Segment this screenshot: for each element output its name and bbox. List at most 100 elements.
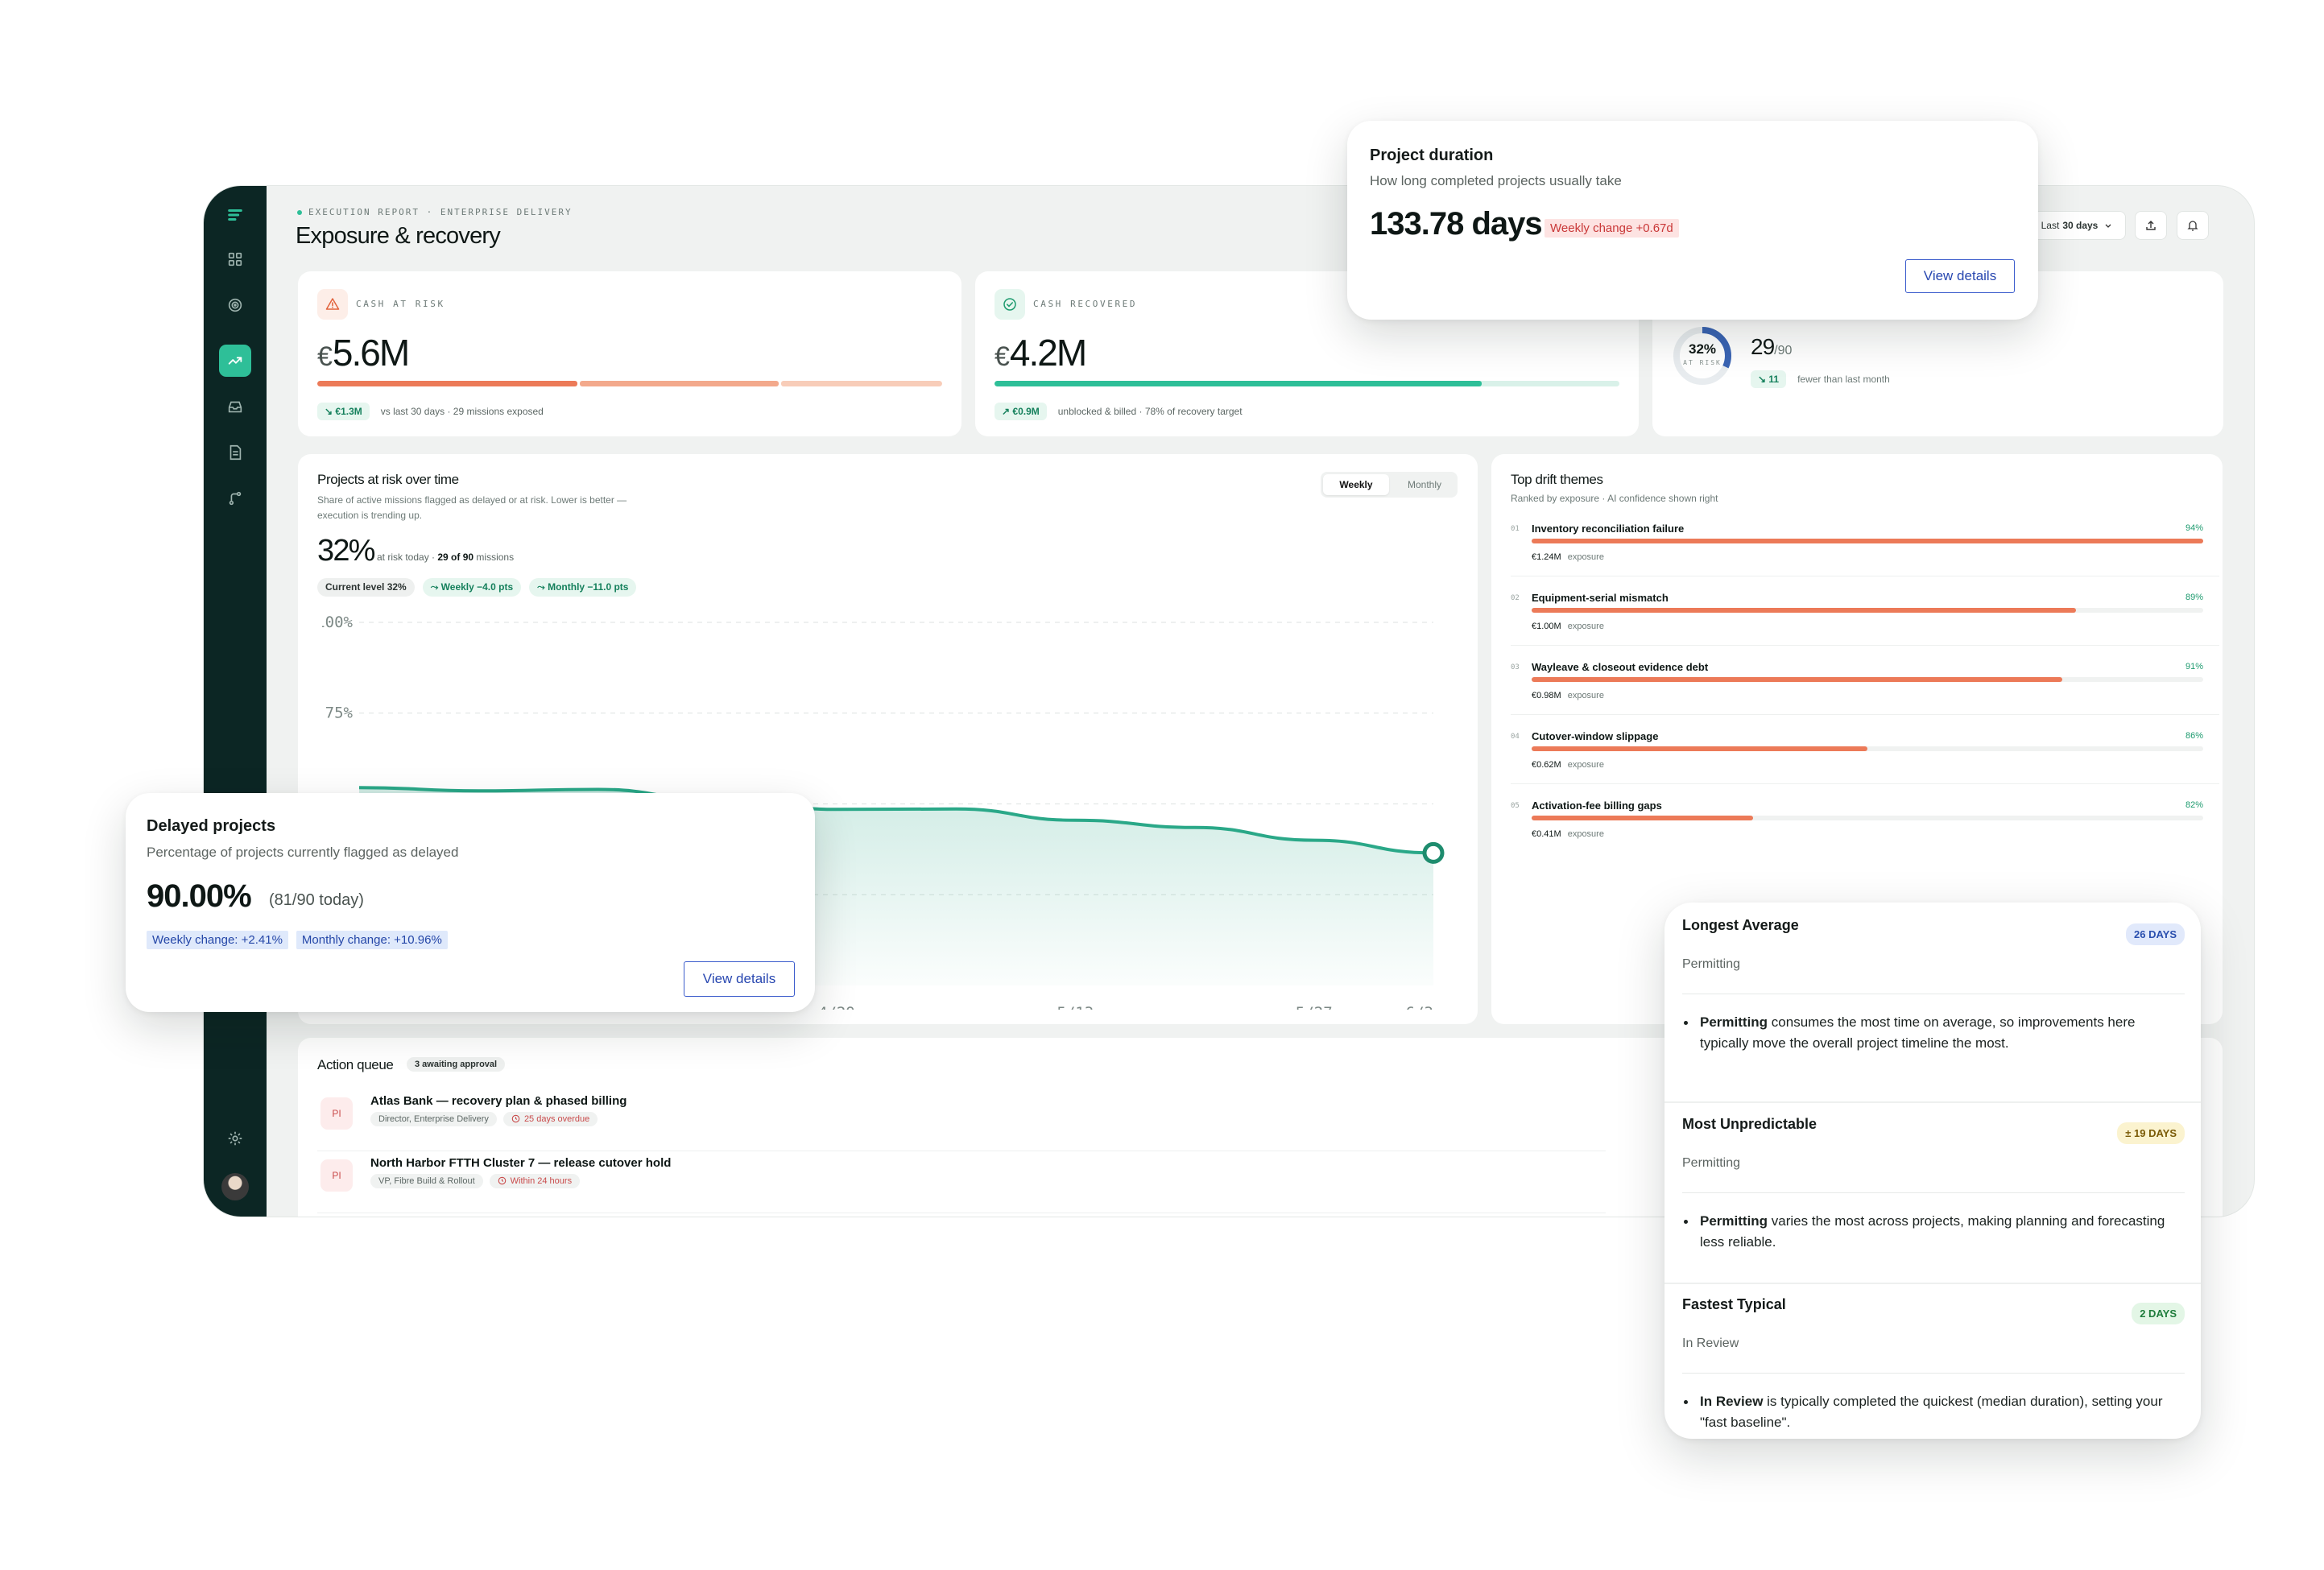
count-total: /90 bbox=[1774, 344, 1793, 357]
drift-exposure: €0.98M exposure bbox=[1532, 691, 1604, 700]
inbox-icon[interactable] bbox=[219, 390, 251, 423]
insight-badge: 26 DAYS bbox=[2126, 923, 2185, 945]
brand-logo[interactable] bbox=[219, 199, 251, 231]
drift-item[interactable]: 03 Wayleave & closeout evidence debt 91% €0… bbox=[1511, 661, 2203, 733]
drift-item[interactable]: 02 Equipment-serial mismatch 89% €1.00M expo… bbox=[1511, 592, 2203, 663]
status-dot bbox=[297, 210, 302, 215]
x-tick-label: 4/29 bbox=[818, 1004, 855, 1010]
insight-bold: In Review bbox=[1700, 1394, 1764, 1409]
count-value: 29 bbox=[1751, 334, 1775, 359]
trend-pills: Current level 32% ⤳ Weekly −4.0 pts ⤳ Mo… bbox=[317, 578, 637, 597]
kpi-amount: 5.6M bbox=[332, 332, 410, 374]
kpi-value: €4.2M bbox=[995, 331, 1087, 374]
x-tick-label: 6/3 bbox=[1406, 1004, 1433, 1010]
ring-value: 32% bbox=[1688, 341, 1717, 357]
kpi-label: CASH RECOVERED bbox=[1033, 299, 1138, 309]
row-meta: Director, Enterprise Delivery 25 days ov… bbox=[370, 1112, 598, 1126]
insight-divider bbox=[1682, 1192, 2185, 1193]
drift-item[interactable]: 05 Activation-fee billing gaps 82% €0.41M ex… bbox=[1511, 799, 2203, 871]
risk-bar-segment bbox=[317, 381, 578, 386]
drift-bar-fill bbox=[1532, 816, 1754, 820]
latest-point-marker bbox=[1422, 841, 1445, 864]
approval-badge: 3 awaiting approval bbox=[407, 1057, 506, 1072]
exposure-amount: €0.98M bbox=[1532, 691, 1561, 700]
check-circle-icon bbox=[995, 289, 1025, 320]
monthly-pill: ⤳ Monthly −11.0 pts bbox=[529, 578, 637, 597]
delta-value: 11 bbox=[1768, 374, 1780, 385]
queue-row[interactable]: PI Atlas Bank — recovery plan & phased b… bbox=[317, 1088, 1606, 1147]
recovery-progress-bar bbox=[995, 381, 1619, 386]
kpi-footer: ↘ €1.3M vs last 30 days · 29 missions ex… bbox=[317, 403, 544, 420]
exposure-amount: €1.00M bbox=[1532, 622, 1561, 631]
sidebar bbox=[204, 186, 267, 1217]
drift-rank: 03 bbox=[1511, 663, 1520, 671]
row-title: Atlas Bank — recovery plan & phased bill… bbox=[370, 1094, 627, 1108]
clock-icon bbox=[498, 1176, 506, 1185]
date-range-select[interactable]: Last 30 days bbox=[2028, 211, 2126, 240]
target-icon[interactable] bbox=[219, 289, 251, 321]
row-role: Director, Enterprise Delivery bbox=[370, 1112, 497, 1126]
change-text: Weekly change +0.67d bbox=[1545, 219, 1679, 238]
drift-exposure: €0.41M exposure bbox=[1532, 829, 1604, 839]
drift-bar-track bbox=[1532, 608, 2203, 613]
toggle-weekly[interactable]: Weekly bbox=[1323, 474, 1389, 495]
row-avatar: PI bbox=[320, 1097, 353, 1130]
popup-title: Delayed projects bbox=[147, 817, 276, 835]
kpi-label: CASH AT RISK bbox=[356, 299, 445, 309]
settings-icon[interactable] bbox=[219, 1122, 251, 1155]
headline-value: 32% bbox=[317, 534, 375, 568]
drift-item[interactable]: 04 Cutover-window slippage 86% €0.62M exposu… bbox=[1511, 730, 2203, 802]
drift-rank: 05 bbox=[1511, 802, 1520, 810]
weekly-pill-text: Weekly −4.0 pts bbox=[440, 581, 514, 593]
section-divider bbox=[1664, 1101, 2201, 1103]
due-text: Within 24 hours bbox=[510, 1176, 573, 1186]
trend-icon[interactable] bbox=[219, 345, 251, 377]
y-tick-label: 75% bbox=[325, 704, 354, 722]
breadcrumb: EXECUTION REPORT · ENTERPRISE DELIVERY bbox=[297, 207, 573, 217]
drift-divider bbox=[1511, 783, 2219, 784]
headline-note: at risk today · 29 of 90 missions bbox=[377, 552, 514, 563]
insight-fastest-typical: Fastest Typical 2 DAYS In Review In Revi… bbox=[1682, 1296, 2185, 1433]
insight-body: is typically completed the quickest (med… bbox=[1700, 1394, 2163, 1430]
risk-bar-segment bbox=[780, 381, 942, 386]
grid-icon[interactable] bbox=[219, 243, 251, 275]
insight-bold: Permitting bbox=[1700, 1014, 1768, 1030]
risk-distribution-bar bbox=[317, 381, 942, 386]
note-suffix: missions bbox=[476, 552, 515, 563]
insight-text: In Review is typically completed the qui… bbox=[1684, 1391, 2175, 1433]
drift-item[interactable]: 01 Inventory reconciliation failure 94% €1.… bbox=[1511, 523, 2203, 594]
insight-text: Permitting varies the most across projec… bbox=[1684, 1211, 2175, 1253]
branch-icon[interactable] bbox=[219, 482, 251, 514]
view-details-button[interactable]: View details bbox=[1905, 259, 2015, 293]
insight-heading: Longest Average bbox=[1682, 917, 1799, 933]
insight-longest-average: Longest Average 26 DAYS Permitting Permi… bbox=[1682, 917, 2185, 1102]
drift-confidence: 86% bbox=[2185, 731, 2203, 741]
drift-bar-fill bbox=[1532, 677, 2062, 682]
toggle-monthly[interactable]: Monthly bbox=[1392, 472, 1458, 498]
drift-confidence: 94% bbox=[2185, 523, 2203, 533]
x-tick-label: 5/13 bbox=[1057, 1004, 1094, 1010]
insight-body: varies the most across projects, making … bbox=[1700, 1213, 2165, 1250]
exposure-word: exposure bbox=[1567, 829, 1604, 839]
view-details-button[interactable]: View details bbox=[684, 961, 795, 997]
insight-badge: ± 19 DAYS bbox=[2117, 1122, 2185, 1144]
drift-divider bbox=[1511, 714, 2219, 715]
drift-name: Activation-fee billing gaps bbox=[1532, 799, 1662, 812]
drift-subtitle: Ranked by exposure · AI confidence shown… bbox=[1511, 493, 1718, 504]
drift-confidence: 82% bbox=[2185, 800, 2203, 810]
drift-title: Top drift themes bbox=[1511, 472, 1603, 487]
clock-icon bbox=[511, 1114, 520, 1123]
drift-exposure: €0.62M exposure bbox=[1532, 760, 1604, 770]
kpi-amount: 4.2M bbox=[1009, 332, 1087, 374]
notifications-button[interactable] bbox=[2177, 211, 2209, 240]
queue-row[interactable]: PI North Harbor FTTH Cluster 7 — release… bbox=[317, 1150, 1606, 1209]
delta-chip: ↘ €1.3M bbox=[317, 403, 370, 420]
user-avatar[interactable] bbox=[221, 1173, 249, 1200]
drift-divider bbox=[1511, 645, 2219, 646]
document-icon[interactable] bbox=[219, 436, 251, 469]
weekly-pill: ⤳ Weekly −4.0 pts bbox=[422, 578, 522, 597]
export-button[interactable] bbox=[2135, 211, 2167, 240]
queue-title: Action queue bbox=[317, 1057, 394, 1072]
row-meta: VP, Fibre Build & Rollout Within 24 hour… bbox=[370, 1174, 581, 1188]
ring-label: AT RISK bbox=[1683, 359, 1722, 366]
